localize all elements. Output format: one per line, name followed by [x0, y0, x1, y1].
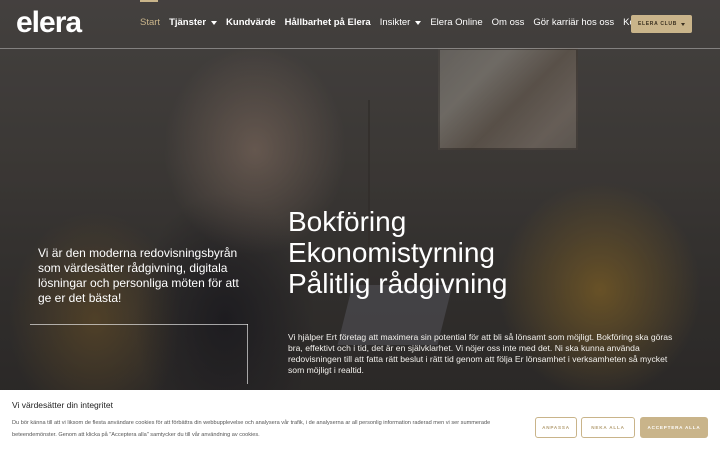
cookie-reject-button[interactable]: NEKA ALLA: [581, 417, 635, 438]
nav-item-insikter[interactable]: Insikter: [380, 17, 422, 28]
nav-item-elera-online[interactable]: Elera Online: [430, 17, 482, 28]
chevron-down-icon: [211, 20, 218, 25]
cookie-customize-button[interactable]: ANPASSA: [535, 417, 577, 438]
cookie-banner: Vi värdesätter din integritet Du bör kän…: [0, 390, 720, 450]
headline-line-2: Ekonomistyrning: [288, 237, 495, 268]
decorative-line-vertical: [247, 324, 248, 384]
site-header: elera Start Tjänster Kundvärde Hållbarhet p…: [0, 0, 720, 48]
nav-item-gör-karriär-hos-oss[interactable]: Gör karriär hos oss: [533, 17, 614, 28]
active-nav-indicator: [140, 0, 158, 2]
hero-headline: Bokföring Ekonomistyrning Pålitlig rådgi…: [288, 206, 507, 299]
main-nav: Start Tjänster Kundvärde Hållbarhet på Eler…: [140, 17, 664, 28]
nav-item-label: Start: [140, 17, 161, 28]
nav-item-tjänster[interactable]: Tjänster: [169, 17, 218, 28]
nav-item-hållbarhet-på-elera[interactable]: Hållbarhet på Elera: [285, 17, 371, 28]
hero-body-text: Vi hjälper Ert företag att maximera sin …: [288, 332, 673, 375]
elera-club-label: ELERA CLUB: [637, 21, 678, 27]
cookie-accept-button[interactable]: ACCEPTERA ALLA: [640, 417, 708, 438]
nav-item-om-oss[interactable]: Om oss: [492, 17, 525, 28]
nav-item-kundvärde[interactable]: Kundvärde: [226, 17, 276, 28]
nav-item-label: Elera Online: [430, 17, 483, 28]
elera-club-button[interactable]: ELERA CLUB: [631, 15, 692, 33]
chevron-down-icon: [415, 20, 422, 25]
hero-intro-text: Vi är den moderna redovisningsbyrån som …: [38, 246, 239, 305]
headline-line-1: Bokföring: [288, 206, 407, 237]
chevron-down-icon: [681, 22, 686, 26]
nav-item-start[interactable]: Start: [140, 17, 160, 28]
header-divider: [0, 48, 720, 49]
nav-item-label: Insikter: [379, 17, 411, 28]
nav-item-label: Om oss: [491, 17, 525, 28]
cookie-title: Vi värdesätter din integritet: [12, 400, 113, 410]
nav-item-label: Gör karriär hos oss: [533, 17, 615, 28]
cookie-text: Du bör känna till att vi liksom de flest…: [12, 420, 491, 438]
headline-line-3: Pålitlig rådgivning: [288, 268, 508, 299]
nav-item-label: Hållbarhet på Elera: [284, 17, 371, 28]
decorative-line-horizontal: [30, 324, 248, 325]
nav-item-label: Kundvärde: [226, 17, 276, 28]
nav-item-label: Tjänster: [169, 17, 207, 28]
site-logo[interactable]: elera: [16, 6, 82, 40]
